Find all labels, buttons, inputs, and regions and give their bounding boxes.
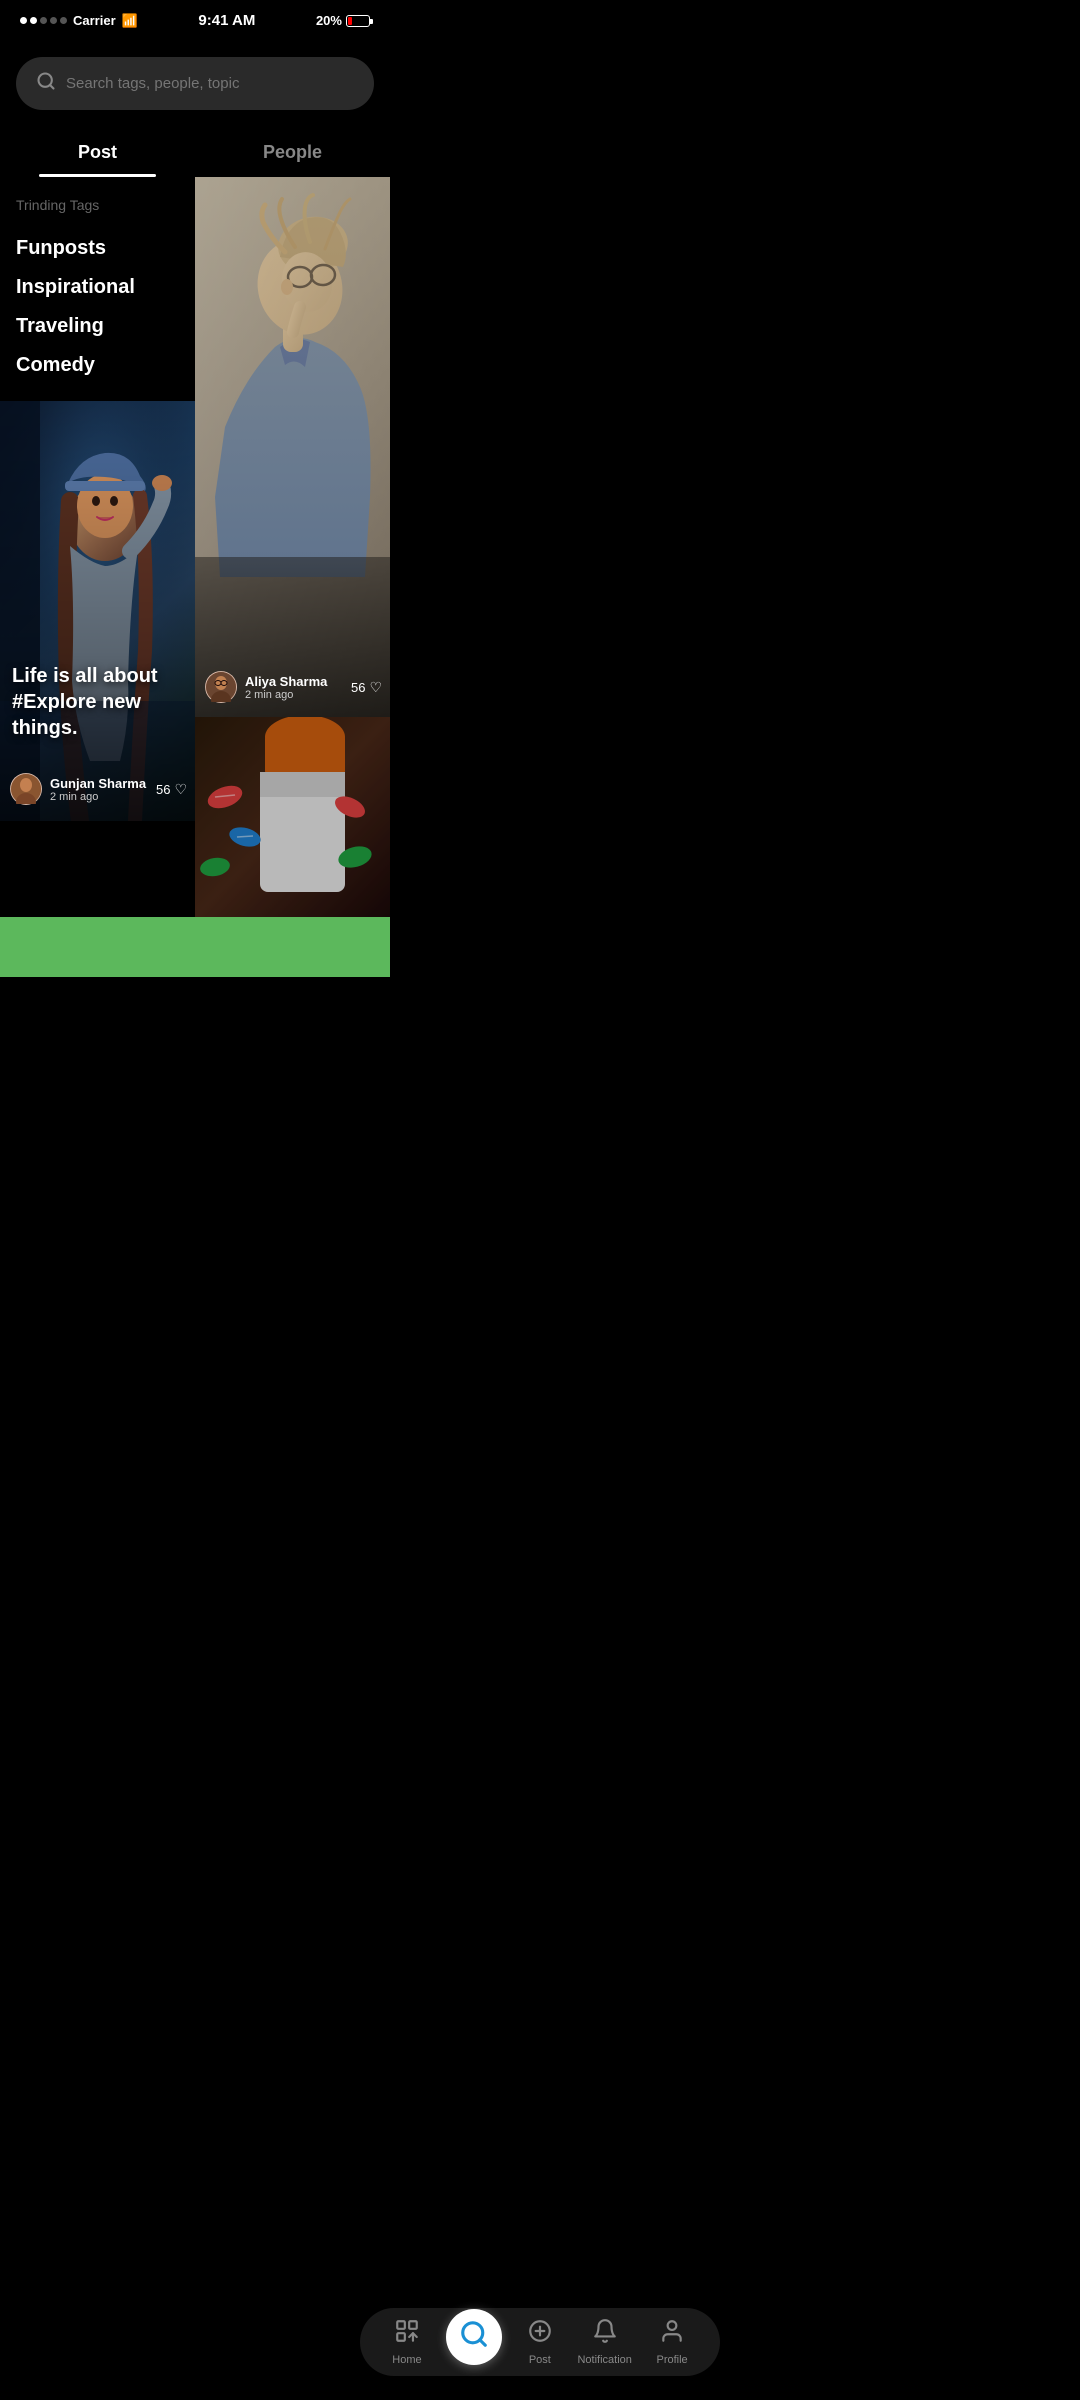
username-right: Aliya Sharma [245,674,327,689]
home-icon [394,2318,420,2350]
avatar-gunjan [10,773,42,805]
like-count-right[interactable]: 56 ♡ [351,679,382,696]
nav-profile[interactable]: Profile [657,2318,688,2366]
right-top-overlay [195,177,390,717]
home-label: Home [392,2354,421,2366]
notification-label: Notification [577,2354,631,2366]
tag-comedy[interactable]: Comedy [16,346,179,385]
profile-icon [659,2318,685,2350]
status-left: Carrier 📶 [20,13,138,29]
left-post-card[interactable]: Life is all about #Explore new things. [0,401,195,821]
tabs: Post People [0,122,390,177]
trending-label: Trinding Tags [16,197,179,213]
tag-funposts[interactable]: Funposts [16,229,179,268]
status-bar: Carrier 📶 9:41 AM 20% [0,0,390,37]
tab-people[interactable]: People [195,130,390,177]
profile-label: Profile [657,2354,688,2366]
right-bottom-card-bg [195,717,390,917]
time-right: 2 min ago [245,689,327,701]
post-caption: Life is all about #Explore new things. [12,663,187,741]
heart-icon-left: ♡ [174,781,187,798]
user-info-right: Aliya Sharma 2 min ago [245,674,327,701]
signal-dot-2 [30,17,37,24]
like-count-left[interactable]: 56 ♡ [156,781,187,798]
battery-percent: 20% [316,13,342,28]
search-circle-icon [459,2319,489,2356]
user-meta-right: Aliya Sharma 2 min ago [205,671,327,703]
nav-notification[interactable]: Notification [577,2318,631,2366]
trending-section: Trinding Tags Funposts Inspirational Tra… [0,177,195,401]
wifi-icon: 📶 [122,13,138,29]
user-meta-left: Gunjan Sharma 2 min ago [10,773,146,805]
battery-fill [348,17,352,25]
notification-icon [592,2318,618,2350]
signal-dot-1 [20,17,27,24]
search-nav-button[interactable] [446,2309,502,2365]
right-bottom-post-card[interactable] [195,717,390,917]
avatar-aliya [205,671,237,703]
search-icon [36,71,56,96]
tag-inspirational[interactable]: Inspirational [16,268,179,307]
add-post-icon [527,2318,553,2350]
search-input[interactable] [66,75,354,92]
post-meta-right-top: Aliya Sharma 2 min ago 56 ♡ [205,671,382,703]
search-container [0,37,390,122]
username-left: Gunjan Sharma [50,776,146,791]
likes-number-left: 56 [156,782,170,797]
status-right: 20% [316,13,370,28]
signal-dot-3 [40,17,47,24]
nav-post[interactable]: Post [527,2318,553,2366]
tab-post[interactable]: Post [0,130,195,177]
heart-icon-right: ♡ [369,679,382,696]
green-accent-area [0,917,390,977]
post-meta-left: Gunjan Sharma 2 min ago 56 ♡ [10,773,187,805]
nav-home[interactable]: Home [392,2318,421,2366]
battery-icon [346,15,370,27]
right-top-post-card[interactable]: Aliya Sharma 2 min ago 56 ♡ [195,177,390,717]
likes-number-right: 56 [351,680,365,695]
user-info-left: Gunjan Sharma 2 min ago [50,776,146,803]
time-left: 2 min ago [50,791,146,803]
post-nav-label: Post [529,2354,551,2366]
search-bar[interactable] [16,57,374,110]
signal-dot-4 [50,17,57,24]
right-column: Aliya Sharma 2 min ago 56 ♡ [195,177,390,917]
left-column: Trinding Tags Funposts Inspirational Tra… [0,177,195,917]
status-time: 9:41 AM [198,12,255,29]
bottom-nav: Home Post Notification [360,2308,720,2376]
signal-dots [20,17,67,24]
signal-dot-5 [60,17,67,24]
tag-traveling[interactable]: Traveling [16,307,179,346]
card-gradient-overlay [0,401,195,821]
content-grid: Trinding Tags Funposts Inspirational Tra… [0,177,390,917]
carrier-label: Carrier [73,13,116,28]
